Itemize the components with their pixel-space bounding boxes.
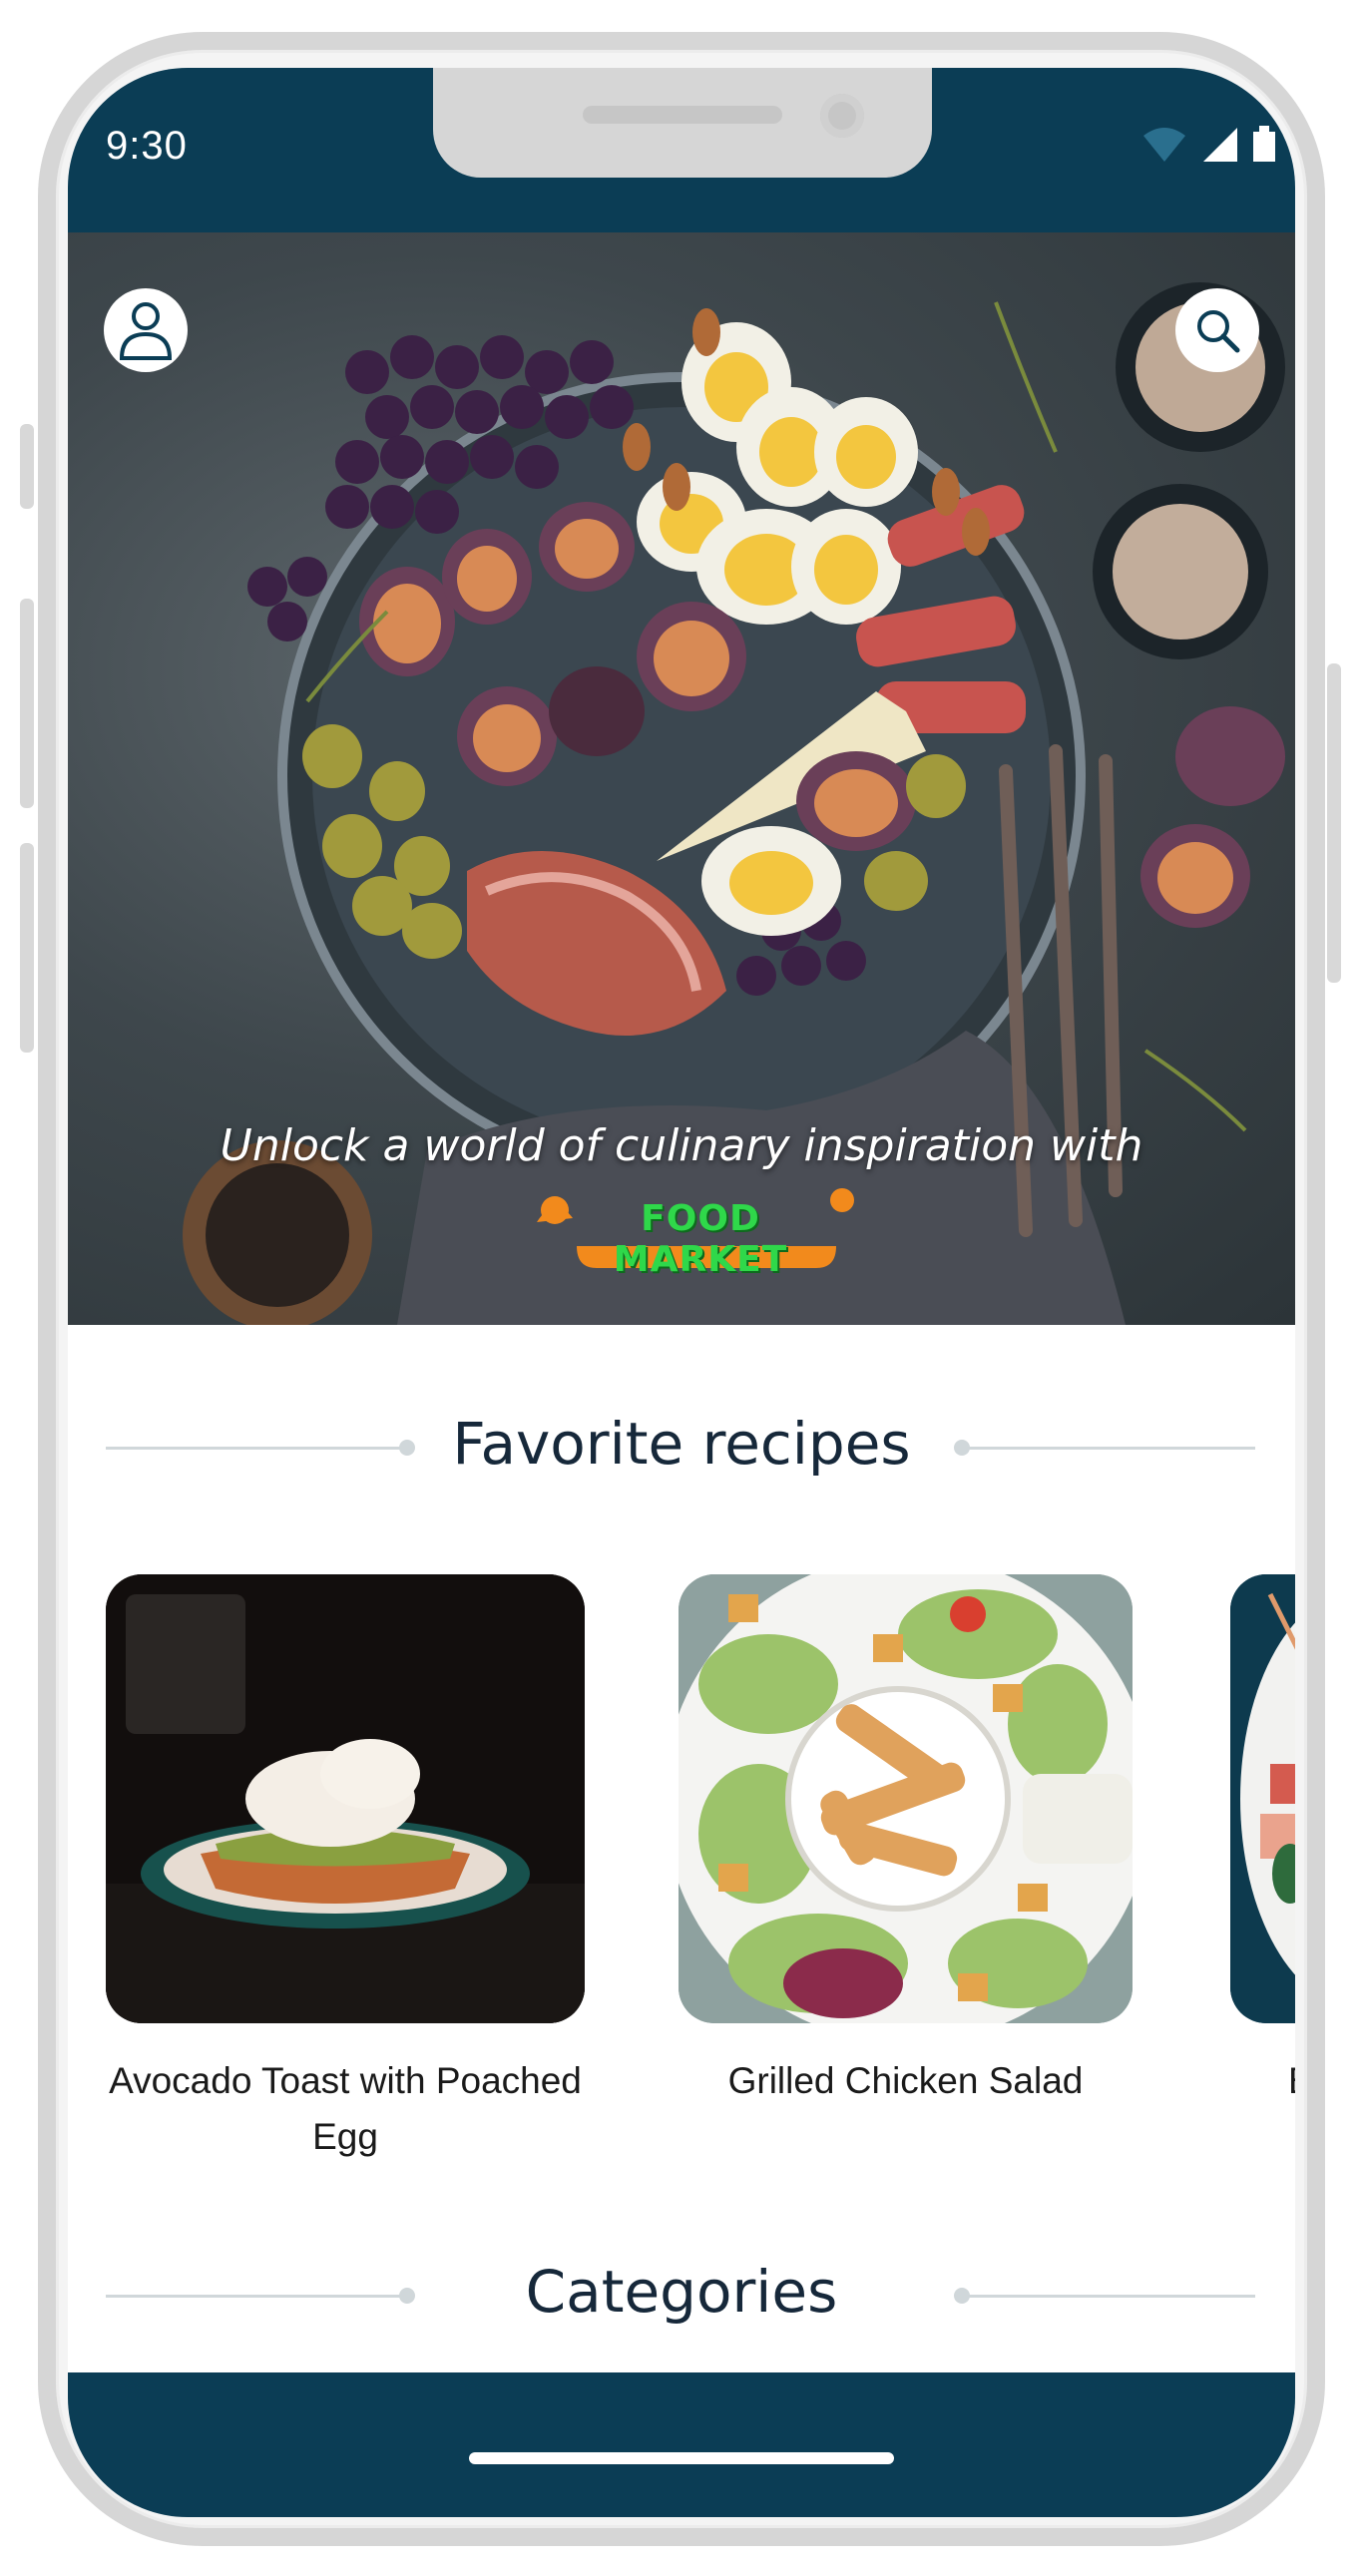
categories-title: Categories <box>525 2258 838 2326</box>
bottom-bar <box>68 2372 1295 2517</box>
hero-banner: Unlock a world of culinary inspiration w… <box>68 232 1295 1325</box>
recipe-card-avocado-toast[interactable]: Avocado Toast with Poached Egg <box>106 1574 585 2165</box>
side-button-left-1 <box>20 424 34 509</box>
status-time: 9:30 <box>106 124 188 168</box>
recipe-image <box>1230 1574 1295 2023</box>
favorites-rule-right <box>966 1447 1255 1450</box>
recipe-name: B <box>1230 2053 1295 2109</box>
recipe-name: Grilled Chicken Salad <box>727 2060 1084 2101</box>
wifi-icon <box>1143 128 1185 162</box>
recipe-image <box>106 1574 585 2023</box>
favorites-title: Favorite recipes <box>452 1410 911 1478</box>
search-icon <box>1197 310 1240 353</box>
partial-recipe-image <box>1230 1574 1295 2023</box>
notch <box>433 68 932 178</box>
recipe-name: Avocado Toast with Poached Egg <box>109 2060 582 2157</box>
home-indicator[interactable] <box>469 2452 894 2464</box>
status-icons <box>1141 126 1277 164</box>
battery-icon <box>1253 126 1275 162</box>
avocado-toast-image <box>106 1574 585 2023</box>
recipe-card-partial[interactable]: B <box>1230 1574 1295 2109</box>
phone-screen: 9:30 Unlock a world of culinary inspirat… <box>68 68 1295 2517</box>
food-market-logo: FOOD MARKET <box>537 1188 866 1280</box>
user-icon <box>119 302 173 360</box>
logo-text: FOOD MARKET <box>613 1198 788 1280</box>
hero-tagline: Unlock a world of culinary inspiration w… <box>220 1120 1143 1171</box>
speaker <box>583 106 782 124</box>
side-button-right <box>1327 663 1341 983</box>
chicken-salad-image <box>679 1574 1133 2023</box>
profile-button[interactable] <box>104 288 188 372</box>
categories-rule-right <box>966 2295 1255 2298</box>
recipe-image <box>679 1574 1133 2023</box>
camera <box>820 94 864 138</box>
side-button-left-3 <box>20 843 34 1053</box>
side-button-left-2 <box>20 599 34 808</box>
search-button[interactable] <box>1175 288 1259 372</box>
signal-icon <box>1203 128 1237 162</box>
recipe-card-grilled-chicken-salad[interactable]: Grilled Chicken Salad <box>679 1574 1133 2109</box>
